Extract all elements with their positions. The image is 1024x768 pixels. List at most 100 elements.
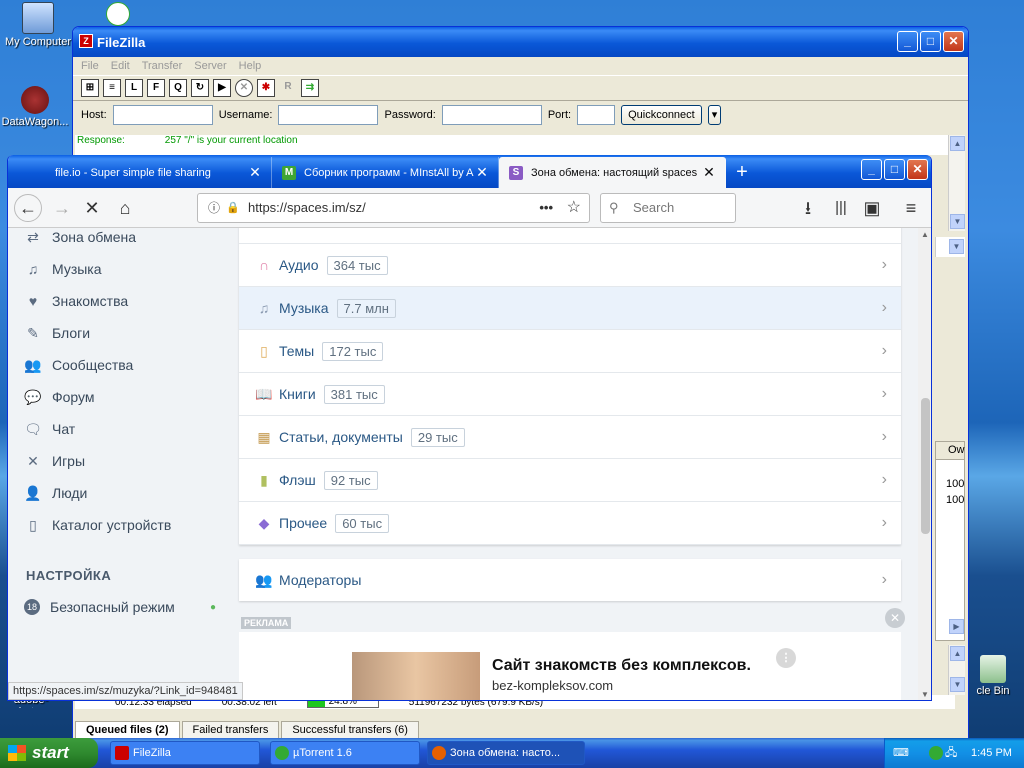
menu-help[interactable]: Help	[239, 60, 262, 72]
toggle-local-tree-icon[interactable]: L	[125, 79, 143, 97]
utorrent-tray-icon[interactable]	[929, 746, 943, 760]
sidebar-item-1[interactable]: ♫ Музыка	[24, 258, 102, 280]
ad-domain[interactable]: bez-kompleksov.com	[492, 678, 613, 693]
quickconnect-dropdown[interactable]: ▾	[707, 105, 722, 125]
tab-successful-transfers[interactable]: Successful transfers (6)	[281, 721, 419, 739]
column-header-owner[interactable]: Ow	[936, 442, 965, 460]
reconnect-icon[interactable]: R	[279, 79, 297, 97]
category-row[interactable]: ∩ Аудио 364 тыс ›	[239, 244, 901, 287]
menu-transfer[interactable]: Transfer	[142, 60, 183, 72]
scroll-down-arrow[interactable]: ▼	[949, 239, 964, 254]
minimize-button[interactable]: _	[897, 31, 918, 52]
host-field[interactable]	[112, 105, 213, 125]
downloads-icon[interactable]: ⭳	[794, 194, 822, 222]
toggle-remote-tree-icon[interactable]: F	[147, 79, 165, 97]
search-field[interactable]: ⚲ Search	[600, 193, 736, 223]
category-row[interactable]: ◆ Прочее 60 тыс ›	[239, 502, 901, 545]
stop-loading-button[interactable]: ✕	[78, 194, 106, 222]
menu-hamburger-icon[interactable]: ≡	[897, 194, 925, 222]
ad-info-icon[interactable]: ⋮	[776, 648, 796, 668]
queue-scrollbar[interactable]: ▲ ▼	[948, 645, 965, 695]
sidebar-item-2[interactable]: ♥ Знакомства	[24, 290, 128, 312]
category-row[interactable]: 📖 Книги 381 тыс ›	[239, 373, 901, 416]
close-button[interactable]: ✕	[907, 159, 928, 180]
log-scrollbar[interactable]: ▲ ▼	[948, 135, 965, 231]
compare-icon[interactable]: ⇉	[301, 79, 319, 97]
desktop-icon-utorrent[interactable]	[83, 2, 153, 28]
category-row[interactable]: ▦ Статьи, документы 29 тыс ›	[239, 416, 901, 459]
scroll-right-arrow[interactable]: ▶	[949, 619, 964, 634]
taskbar-button-utorrent[interactable]: µTorrent 1.6	[270, 741, 420, 765]
desktop-icon-my-computer[interactable]: My Computer	[3, 2, 73, 48]
bookmark-star-icon[interactable]: ☆	[567, 194, 581, 222]
start-button[interactable]: start	[0, 738, 98, 768]
close-tab-icon[interactable]: ✕	[703, 164, 715, 181]
close-tab-icon[interactable]: ✕	[476, 164, 488, 181]
sidebar-item-6[interactable]: 🗨 Чат	[24, 418, 75, 440]
sidebar-item-0[interactable]: ⇄ Зона обмена	[24, 228, 136, 248]
network-tray-icon[interactable]: 🖧	[945, 738, 957, 768]
clock[interactable]: 1:45 PM	[971, 738, 1012, 768]
category-row[interactable]: ▮ Флэш 92 тыс ›	[239, 459, 901, 502]
menu-file[interactable]: File	[81, 60, 99, 72]
scroll-down-arrow[interactable]: ▼	[950, 677, 965, 692]
category-row-partial[interactable]	[239, 228, 901, 244]
ad-close-icon[interactable]: ✕	[885, 608, 905, 628]
site-manager-icon[interactable]: ⊞	[81, 79, 99, 97]
menu-edit[interactable]: Edit	[111, 60, 130, 72]
taskbar-button-filezilla[interactable]: FileZilla	[110, 741, 260, 765]
taskbar-button-firefox[interactable]: Зона обмена: насто...	[427, 741, 585, 765]
toggle-log-icon[interactable]: ≡	[103, 79, 121, 97]
sidebar-item-7[interactable]: ✕ Игры	[24, 450, 85, 472]
maximize-button[interactable]: □	[920, 31, 941, 52]
sidebar-item-9[interactable]: ▯ Каталог устройств	[24, 514, 171, 536]
sidebar-toggle-icon[interactable]: ▣	[858, 194, 886, 222]
quickconnect-button[interactable]: Quickconnect	[621, 105, 702, 125]
category-row[interactable]: ▯ Темы 172 тыс ›	[239, 330, 901, 373]
library-icon[interactable]: |||	[827, 194, 855, 222]
disconnect-icon[interactable]: ✱	[257, 79, 275, 97]
filezilla-titlebar[interactable]: Z FileZilla _ □ ✕	[73, 27, 968, 57]
scroll-down-arrow[interactable]: ▼	[921, 690, 929, 699]
password-field[interactable]	[441, 105, 542, 125]
sidebar-item-3[interactable]: ✎ Блоги	[24, 322, 90, 344]
refresh-icon[interactable]: ↻	[191, 79, 209, 97]
moderators-row[interactable]: 👥 Модераторы ›	[239, 559, 901, 601]
close-button[interactable]: ✕	[943, 31, 964, 52]
menu-server[interactable]: Server	[194, 60, 226, 72]
cancel-icon[interactable]: ✕	[235, 79, 253, 97]
minimize-button[interactable]: _	[861, 159, 882, 180]
info-icon[interactable]: ⓘ	[208, 194, 220, 222]
sidebar-item-8[interactable]: 👤 Люди	[24, 482, 87, 504]
scrollbar-thumb[interactable]	[921, 398, 930, 534]
new-tab-button[interactable]: +	[726, 157, 758, 188]
ad-banner[interactable]: Сайт знакомств без комплексов. bez-kompl…	[239, 632, 901, 700]
url-bar[interactable]: ⓘ 🔒 https://spaces.im/sz/ ••• ☆	[197, 193, 590, 223]
remote-tree-scrollbar[interactable]: ▼	[935, 237, 965, 257]
close-tab-icon[interactable]: ✕	[249, 164, 261, 181]
process-queue-icon[interactable]: ▶	[213, 79, 231, 97]
browser-tab-minstall[interactable]: M Сборник программ - MInstAll by A ✕	[272, 157, 499, 188]
moderators-card[interactable]: 👥 Модераторы ›	[239, 559, 901, 601]
sidebar-item-safe-mode[interactable]: 18 Безопасный режим ●	[24, 596, 216, 618]
back-button[interactable]: ←	[14, 194, 42, 222]
browser-tab-spaces[interactable]: S Зона обмена: настоящий spaces ✕	[499, 157, 726, 188]
port-field[interactable]	[577, 105, 616, 125]
category-row[interactable]: ♫ Музыка 7.7 млн ›	[239, 287, 901, 330]
scroll-down-arrow[interactable]: ▼	[950, 214, 965, 229]
sidebar-item-5[interactable]: 💬 Форум	[24, 386, 94, 408]
username-field[interactable]	[278, 105, 379, 125]
tab-queued-files[interactable]: Queued files (2)	[75, 721, 180, 739]
scroll-up-arrow[interactable]: ▲	[921, 230, 929, 239]
forward-button[interactable]: →	[48, 194, 76, 222]
browser-tab-fileio[interactable]: file.io - Super simple file sharing ✕	[45, 157, 272, 188]
desktop-icon-datawagon[interactable]: DataWagon...	[0, 86, 70, 128]
toggle-queue-icon[interactable]: Q	[169, 79, 187, 97]
sidebar-item-4[interactable]: 👥 Сообщества	[24, 354, 133, 376]
scroll-up-arrow[interactable]: ▲	[950, 136, 965, 151]
scroll-up-arrow[interactable]: ▲	[950, 646, 965, 661]
home-button[interactable]: ⌂	[111, 194, 139, 222]
page-actions-icon[interactable]: •••	[539, 194, 553, 222]
tab-failed-transfers[interactable]: Failed transfers	[181, 721, 280, 739]
keyboard-icon[interactable]: ⌨	[893, 738, 909, 768]
